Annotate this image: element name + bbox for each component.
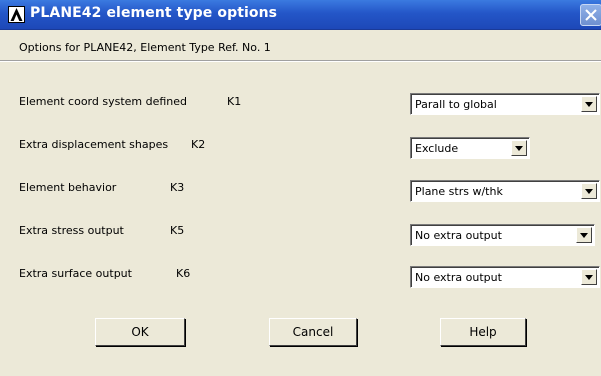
- close-button[interactable]: [580, 4, 601, 26]
- ok-button[interactable]: OK: [95, 318, 185, 346]
- chevron-down-icon[interactable]: [581, 269, 597, 285]
- select-k5-value: No extra output: [415, 229, 502, 242]
- chevron-down-icon[interactable]: [581, 183, 597, 199]
- select-k5[interactable]: No extra output: [410, 224, 595, 246]
- select-k1[interactable]: Parall to global: [410, 93, 600, 115]
- select-k6-value: No extra output: [415, 271, 502, 284]
- title-bar[interactable]: PLANE42 element type options: [0, 0, 601, 30]
- option-label-k2: Extra displacement shapes: [19, 138, 169, 151]
- window-title: PLANE42 element type options: [30, 5, 278, 21]
- option-label-k1: Element coord system defined: [19, 95, 188, 108]
- option-label-k3: Element behavior: [19, 181, 117, 194]
- close-icon: [585, 9, 597, 21]
- select-k3[interactable]: Plane strs w/thk: [410, 180, 600, 202]
- select-k2-value: Exclude: [415, 142, 459, 155]
- option-key-k1: K1: [227, 95, 242, 108]
- select-k1-value: Parall to global: [415, 98, 497, 111]
- chevron-down-icon[interactable]: [581, 96, 597, 112]
- select-k2[interactable]: Exclude: [410, 137, 530, 159]
- select-k6[interactable]: No extra output: [410, 266, 600, 288]
- chevron-down-icon[interactable]: [576, 227, 592, 243]
- cancel-button[interactable]: Cancel: [269, 318, 357, 346]
- select-k3-value: Plane strs w/thk: [415, 185, 503, 198]
- ansys-logo-icon: [8, 6, 25, 23]
- help-button[interactable]: Help: [440, 318, 526, 346]
- dialog-subtitle: Options for PLANE42, Element Type Ref. N…: [19, 41, 271, 54]
- option-label-k5: Extra stress output: [19, 224, 124, 237]
- option-key-k5: K5: [170, 224, 185, 237]
- option-key-k3: K3: [170, 181, 185, 194]
- chevron-down-icon[interactable]: [511, 140, 527, 156]
- option-label-k6: Extra surface output: [19, 267, 132, 280]
- option-key-k2: K2: [191, 138, 206, 151]
- separator: [0, 60, 601, 62]
- option-key-k6: K6: [176, 267, 191, 280]
